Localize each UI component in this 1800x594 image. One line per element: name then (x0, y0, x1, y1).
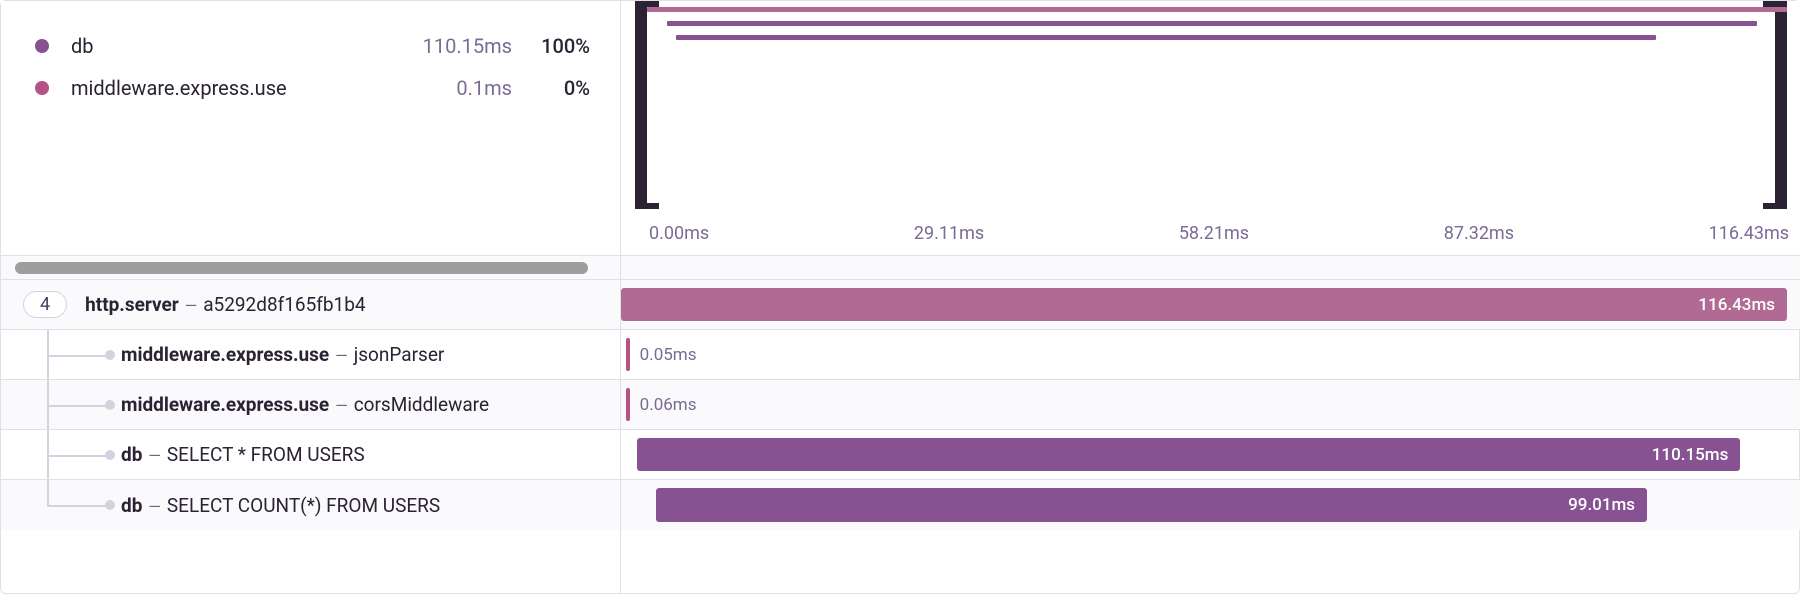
duration-bar[interactable]: 99.01ms (656, 488, 1647, 522)
duration-label: 99.01ms (1568, 495, 1647, 515)
legend-time: 0.1ms (456, 76, 526, 100)
axis-tick: 116.43ms (1709, 223, 1789, 255)
span-desc: jsonParser (354, 343, 445, 366)
span-bar-row[interactable]: 0.05ms (621, 330, 1800, 380)
legend-pct: 0% (526, 76, 590, 100)
legend-name: middleware.express.use (71, 76, 287, 100)
span-op: middleware.express.use (121, 343, 329, 366)
horizontal-scroll-track[interactable] (1, 256, 621, 280)
span-op: http.server (85, 293, 179, 316)
child-count-badge[interactable]: 4 (23, 291, 67, 318)
legend-dot-icon (35, 39, 49, 53)
axis-tick: 58.21ms (1179, 223, 1444, 255)
tree-node-icon (105, 450, 115, 460)
duration-bar[interactable]: 110.15ms (637, 438, 1740, 471)
minimap-span (676, 35, 1655, 40)
span-desc: a5292d8f165fb1b4 (203, 293, 365, 316)
axis-tick: 0.00ms (649, 223, 914, 255)
duration-bar[interactable] (626, 388, 630, 421)
span-row[interactable]: middleware.express.use—corsMiddleware (1, 380, 620, 430)
minimap-handle-right[interactable] (1775, 1, 1787, 209)
span-op: db (121, 443, 142, 466)
span-bar-row[interactable]: 110.15ms (621, 430, 1800, 480)
legend-pct: 100% (526, 34, 590, 58)
span-op: db (121, 494, 142, 517)
span-desc: corsMiddleware (354, 393, 489, 416)
tree-node-icon (105, 350, 115, 360)
trace-waterfall: db 110.15ms 100% middleware.express.use … (0, 0, 1800, 594)
span-row[interactable]: db—SELECT * FROM USERS (1, 430, 620, 480)
minimap-span (667, 21, 1757, 26)
minimap-span (647, 7, 1787, 12)
span-desc: SELECT * FROM USERS (167, 443, 365, 466)
axis-tick: 87.32ms (1444, 223, 1709, 255)
duration-bar[interactable]: 116.43ms (621, 288, 1787, 321)
minimap-axis: 0.00ms 29.11ms 58.21ms 87.32ms 116.43ms (621, 209, 1800, 255)
legend-row[interactable]: middleware.express.use 0.1ms 0% (35, 67, 590, 109)
span-bar-row[interactable]: 116.43ms (621, 280, 1800, 330)
duration-bar[interactable] (626, 338, 630, 371)
tree-node-icon (105, 500, 115, 510)
duration-label: 0.05ms (640, 345, 697, 365)
duration-label: 0.06ms (640, 395, 697, 415)
horizontal-scroll-thumb[interactable] (15, 262, 588, 274)
legend-name: db (71, 34, 94, 58)
span-op: middleware.express.use (121, 393, 329, 416)
span-bars: 116.43ms 0.05ms 0.06ms 110.15ms (621, 280, 1800, 593)
minimap-panel: 0.00ms 29.11ms 58.21ms 87.32ms 116.43ms (621, 1, 1800, 256)
duration-label: 116.43ms (1698, 295, 1787, 315)
span-tree: 4 http.server—a5292d8f165fb1b4 middlewar… (1, 280, 621, 593)
legend-panel: db 110.15ms 100% middleware.express.use … (1, 1, 621, 256)
span-desc: SELECT COUNT(*) FROM USERS (167, 494, 440, 517)
span-row[interactable]: middleware.express.use—jsonParser (1, 330, 620, 380)
span-row[interactable]: db—SELECT COUNT(*) FROM USERS (1, 480, 620, 530)
minimap-chart[interactable] (635, 1, 1787, 209)
tree-node-icon (105, 400, 115, 410)
legend-time: 110.15ms (423, 34, 526, 58)
span-row-root[interactable]: 4 http.server—a5292d8f165fb1b4 (1, 280, 620, 330)
duration-label: 110.15ms (1652, 445, 1741, 465)
span-bar-row[interactable]: 99.01ms (621, 480, 1800, 530)
legend-row[interactable]: db 110.15ms 100% (35, 25, 590, 67)
blank-strip (621, 256, 1800, 280)
legend-dot-icon (35, 81, 49, 95)
axis-tick: 29.11ms (914, 223, 1179, 255)
minimap-handle-left[interactable] (635, 1, 647, 209)
span-bar-row[interactable]: 0.06ms (621, 380, 1800, 430)
